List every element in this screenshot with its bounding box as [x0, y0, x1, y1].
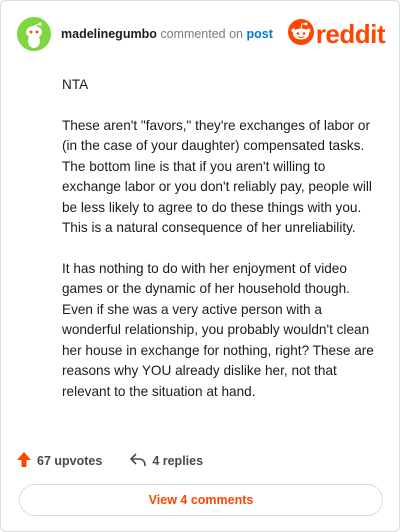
comment-header: madelinegumbo commented on post reddit — [17, 17, 386, 51]
replies-button[interactable]: 4 replies — [130, 452, 204, 470]
reddit-logo[interactable]: reddit — [287, 18, 386, 50]
comment-body: NTA These aren't "favors," they're excha… — [62, 75, 382, 422]
upvote-button[interactable]: 67 upvotes — [17, 452, 102, 470]
comment-paragraph: It has nothing to do with her enjoyment … — [62, 260, 374, 399]
comment-actions: 67 upvotes 4 replies — [17, 451, 203, 471]
post-link[interactable]: post — [247, 27, 273, 41]
comment-meta: madelinegumbo commented on post — [61, 27, 273, 41]
upvote-count: 67 upvotes — [37, 454, 103, 468]
snoo-avatar-icon[interactable] — [17, 17, 51, 51]
reddit-snoo-icon — [287, 18, 314, 50]
upvote-arrow-icon — [17, 452, 37, 470]
username[interactable]: madelinegumbo — [61, 27, 157, 41]
commented-on-text: commented on — [160, 27, 244, 41]
view-comments-button[interactable]: View 4 comments — [19, 484, 383, 516]
comment-paragraph: NTA — [62, 77, 89, 92]
comment-paragraph: These aren't "favors," they're exchanges… — [62, 117, 372, 236]
reply-count: 4 replies — [152, 454, 204, 468]
comment-card: madelinegumbo commented on post reddit N… — [0, 0, 400, 532]
reply-arrow-icon — [130, 452, 152, 470]
reddit-wordmark: reddit — [315, 19, 386, 49]
